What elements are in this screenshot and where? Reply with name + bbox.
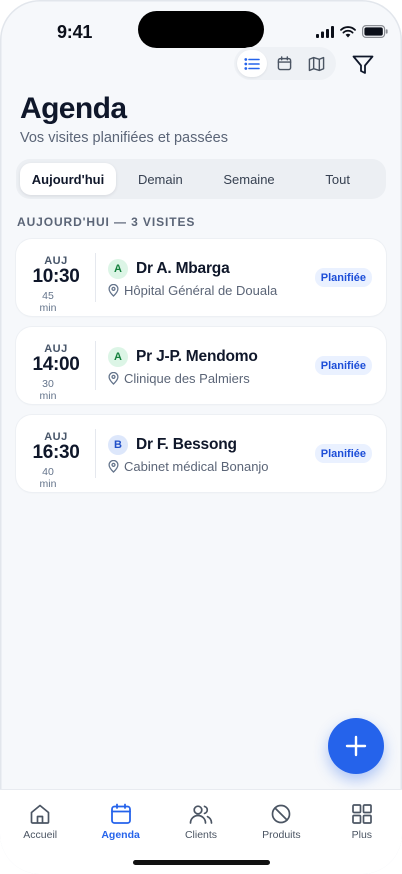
status-badge: Planifiée — [314, 356, 372, 375]
date-range-tabs: Aujourd'hui Demain Semaine Tout — [16, 159, 386, 199]
add-visit-button[interactable] — [328, 718, 384, 774]
visit-time: 14:00 — [32, 354, 80, 375]
category-badge: A — [108, 347, 128, 367]
nav-label: Produits — [262, 829, 301, 841]
map-view-button[interactable] — [301, 50, 331, 77]
filter-icon — [352, 55, 374, 74]
nav-label: Plus — [351, 829, 373, 841]
status-icons — [316, 25, 388, 38]
visit-location: Clinique des Palmiers — [108, 371, 250, 386]
list-view-button[interactable] — [237, 50, 267, 77]
list-icon — [244, 57, 260, 70]
filter-button[interactable] — [349, 51, 377, 79]
nav-label: Agenda — [101, 829, 140, 841]
visit-card[interactable]: AUJ 14:00 30 min A Pr J-P. Mendomo Clini… — [16, 327, 386, 404]
tab-all[interactable]: Tout — [293, 163, 382, 195]
client-name: Pr J-P. Mendomo — [136, 348, 258, 365]
status-badge: Planifiée — [314, 268, 372, 287]
calendar-icon — [277, 56, 291, 71]
location-name: Hôpital Général de Douala — [124, 283, 278, 298]
visit-time-block: AUJ 16:30 40 min — [16, 415, 96, 492]
visit-time-block: AUJ 10:30 45 min — [16, 239, 96, 316]
location-name: Clinique des Palmiers — [124, 371, 250, 386]
visit-duration: 45 min — [39, 290, 57, 314]
users-icon — [189, 805, 213, 824]
status-time: 9:41 — [57, 22, 93, 42]
category-badge: A — [108, 259, 128, 279]
visit-location: Hôpital Général de Douala — [108, 283, 277, 298]
visit-time: 16:30 — [32, 442, 80, 463]
tab-today[interactable]: Aujourd'hui — [20, 163, 116, 195]
location-pin-icon — [108, 460, 119, 473]
page-title: Agenda — [20, 92, 127, 125]
tab-week[interactable]: Semaine — [205, 163, 294, 195]
visit-location: Cabinet médical Bonanjo — [108, 459, 269, 474]
category-badge: B — [108, 435, 128, 455]
wifi-icon — [340, 25, 356, 37]
visit-list: AUJ 10:30 45 min A Dr A. Mbarga Hôpital … — [16, 239, 386, 503]
calendar-view-button[interactable] — [269, 50, 299, 77]
status-badge: Planifiée — [314, 444, 372, 463]
divider — [95, 253, 96, 302]
phone-screen: 9:41 Agenda Vos visites planifiées et pa… — [0, 0, 402, 874]
location-name: Cabinet médical Bonanjo — [124, 459, 269, 474]
nav-label: Clients — [184, 829, 218, 841]
divider — [95, 341, 96, 390]
home-icon — [30, 804, 50, 824]
calendar-icon — [110, 803, 131, 824]
grid-icon — [351, 804, 372, 824]
home-indicator[interactable] — [133, 860, 270, 865]
divider — [95, 429, 96, 478]
client-name: Dr F. Bessong — [136, 436, 237, 453]
visit-card[interactable]: AUJ 10:30 45 min A Dr A. Mbarga Hôpital … — [16, 239, 386, 316]
section-label: AUJOURD'HUI — 3 VISITES — [17, 215, 196, 229]
pill-icon — [272, 804, 291, 824]
visit-time: 10:30 — [32, 266, 80, 287]
battery-icon — [362, 25, 388, 38]
map-icon — [308, 56, 324, 71]
client-name: Dr A. Mbarga — [136, 260, 230, 277]
signal-icon — [316, 25, 334, 38]
location-pin-icon — [108, 372, 119, 385]
visit-duration: 30 min — [39, 378, 57, 402]
page-subtitle: Vos visites planifiées et passées — [20, 130, 228, 146]
view-toggle — [234, 47, 336, 80]
location-pin-icon — [108, 284, 119, 297]
visit-time-block: AUJ 14:00 30 min — [16, 327, 96, 404]
dynamic-island — [138, 11, 264, 48]
nav-item-more[interactable]: Plus — [322, 790, 402, 874]
plus-icon — [345, 735, 367, 757]
nav-item-home[interactable]: Accueil — [0, 790, 80, 874]
status-bar: 9:41 — [0, 0, 402, 56]
tab-tomorrow[interactable]: Demain — [116, 163, 205, 195]
visit-duration: 40 min — [39, 466, 57, 490]
nav-label: Accueil — [23, 829, 58, 841]
visit-card[interactable]: AUJ 16:30 40 min B Dr F. Bessong Cabinet… — [16, 415, 386, 492]
